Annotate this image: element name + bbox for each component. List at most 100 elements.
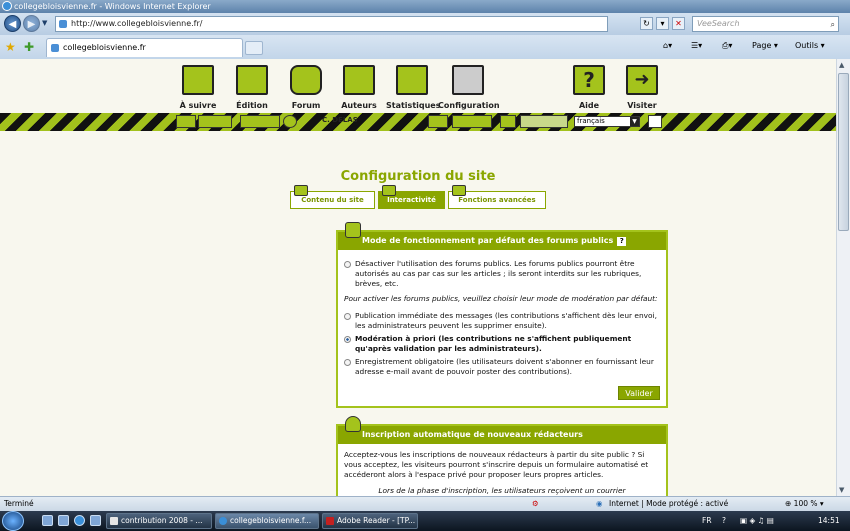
quicklaunch-switch-icon[interactable] [58,515,69,526]
author-name[interactable]: C. DELAS [322,116,358,124]
status-bar: Terminé ⚙ ◉ Internet | Mode protégé : ac… [0,496,850,511]
nav-label: Édition [236,101,268,110]
tool-icon[interactable] [240,115,280,128]
forum-option-register[interactable]: Enregistrement obligatoire (les utilisat… [344,357,660,377]
nav-statistiques[interactable]: Statistiques [386,65,441,111]
search-input[interactable]: VeeSearch ⌕ [692,16,839,32]
page-menu[interactable]: Page ▾ [752,41,778,50]
new-tab-button[interactable] [245,41,263,55]
language-indicator[interactable]: FR [702,511,712,531]
compat-dropdown-icon[interactable]: ▾ [656,17,669,30]
security-icon[interactable]: ⚙ [532,497,539,511]
zone-text: Internet | Mode protégé : activé [609,499,729,508]
radio-button[interactable] [344,313,351,320]
moderation-note: Pour activer les forums publics, veuille… [344,294,658,303]
taskbar-item[interactable]: Adobe Reader - [TP... [322,513,418,529]
scroll-down-icon[interactable]: ▼ [839,486,844,494]
add-favorite-icon[interactable]: ✚ [24,40,34,54]
start-button[interactable] [2,511,24,531]
tool-icon[interactable] [283,115,297,128]
zoom-level[interactable]: ⊕ 100 % ▾ [785,497,824,511]
window-title: collegebloisvienne.fr - Windows Internet… [14,2,211,11]
quicklaunch-desktop-icon[interactable] [42,515,53,526]
language-value: français [577,117,605,125]
scroll-thumb[interactable] [838,73,849,231]
tool-icon[interactable] [198,115,232,128]
quicklaunch-media-icon[interactable] [90,515,101,526]
valider-button[interactable]: Valider [618,386,660,400]
sun-icon[interactable] [428,115,448,128]
signup-note: Lors de la phase d'inscription, les util… [378,486,626,495]
help-icon[interactable]: ? [617,237,627,246]
nav-label: Aide [578,101,600,110]
page-icon [59,20,67,28]
nav-label: À suivre [179,101,217,110]
print-icon[interactable]: ⎙▾ [722,41,732,51]
nav-label: Forum [291,101,321,110]
tool-icon[interactable] [500,115,516,128]
configuration-icon [452,65,484,95]
task-label: Adobe Reader - [TP... [337,516,416,525]
nav-edition[interactable]: Édition [230,65,274,111]
nav-forum[interactable]: Forum [284,65,328,111]
quicklaunch-ie-icon[interactable] [74,515,85,526]
tool-icon[interactable] [648,115,662,128]
language-select[interactable]: français ▼ [574,116,640,127]
favorites-star-icon[interactable]: ★ [5,40,16,54]
forum-option-moderation[interactable]: Modération à priori (les contributions n… [344,334,660,354]
spellcheck-icon[interactable] [452,115,492,128]
taskbar-item[interactable]: collegebloisvienne.f... [215,513,319,529]
vertical-scrollbar[interactable]: ▲ ▼ [836,59,850,496]
back-arrow-icon[interactable]: ◀ [4,15,21,32]
forum-mode-panel: Mode de fonctionnement par défaut des fo… [336,222,668,408]
forum-option-disable[interactable]: Désactiver l'utilisation des forums publ… [344,259,660,289]
nav-configuration[interactable]: Configuration [438,65,500,111]
tab-label: Fonctions avancées [458,196,536,204]
radio-button-selected[interactable] [344,336,351,343]
adobe-reader-icon [326,517,334,525]
nav-label: Statistiques [386,101,441,110]
stop-icon[interactable]: ✕ [672,17,685,30]
browser-tab[interactable]: collegebloisvienne.fr [46,38,243,57]
option-label: Publication immédiate des messages (les … [355,311,657,330]
refresh-icon[interactable]: ↻ [640,17,653,30]
nav-a-suivre[interactable]: À suivre [176,65,220,111]
user-icon [182,65,214,95]
tab-contenu-du-site[interactable]: Contenu du site [290,185,375,209]
radio-button[interactable] [344,261,351,268]
radio-button[interactable] [344,359,351,366]
page-menu-label: Page [752,41,772,50]
taskbar-item[interactable]: contribution 2008 - ... [106,513,212,529]
tab-interactivite[interactable]: Interactivité [378,185,445,209]
search-icon[interactable]: ⌕ [831,18,835,32]
clock[interactable]: 14:51 [818,511,840,531]
address-toolbar: ◀ ▶ ▼ http://www.collegebloisvienne.fr/ … [0,13,850,35]
tools-menu[interactable]: Outils ▾ [795,41,825,50]
nav-visiter[interactable]: ➜ Visiter [620,65,664,111]
tool-icon[interactable] [176,115,196,128]
address-bar[interactable]: http://www.collegebloisvienne.fr/ [55,16,608,32]
help-icon[interactable]: ? [722,511,726,531]
feeds-icon[interactable]: ☰▾ [691,41,702,50]
tab-label: Contenu du site [301,196,364,204]
tab-fonctions-avancees[interactable]: Fonctions avancées [448,185,546,209]
scroll-up-icon[interactable]: ▲ [839,61,844,69]
speech-bubble-icon [382,185,396,196]
author-icon [345,416,361,432]
signup-text: Acceptez-vous les inscriptions de nouvea… [344,450,649,479]
taskbar: contribution 2008 - ... collegebloisvien… [0,511,850,531]
signup-panel: Inscription automatique de nouveaux réda… [336,416,668,496]
history-dropdown-icon[interactable]: ▼ [42,19,47,27]
home-icon[interactable]: ⌂▾ [663,41,672,50]
color-swatch-icon[interactable] [520,115,568,128]
document-icon [110,517,118,525]
arrow-right-icon: ➜ [626,65,658,95]
nav-auteurs[interactable]: Auteurs [337,65,381,111]
nav-label: Configuration [438,101,500,110]
system-tray: FR ? ▣ ◈ ♫ ▤ 14:51 [698,511,850,531]
forward-arrow-icon[interactable]: ▶ [23,15,40,32]
nav-aide[interactable]: ? Aide [567,65,611,111]
speech-bubble-icon [345,222,361,238]
tray-icons[interactable]: ▣ ◈ ♫ ▤ [740,511,774,531]
forum-option-immediate[interactable]: Publication immédiate des messages (les … [344,311,660,331]
